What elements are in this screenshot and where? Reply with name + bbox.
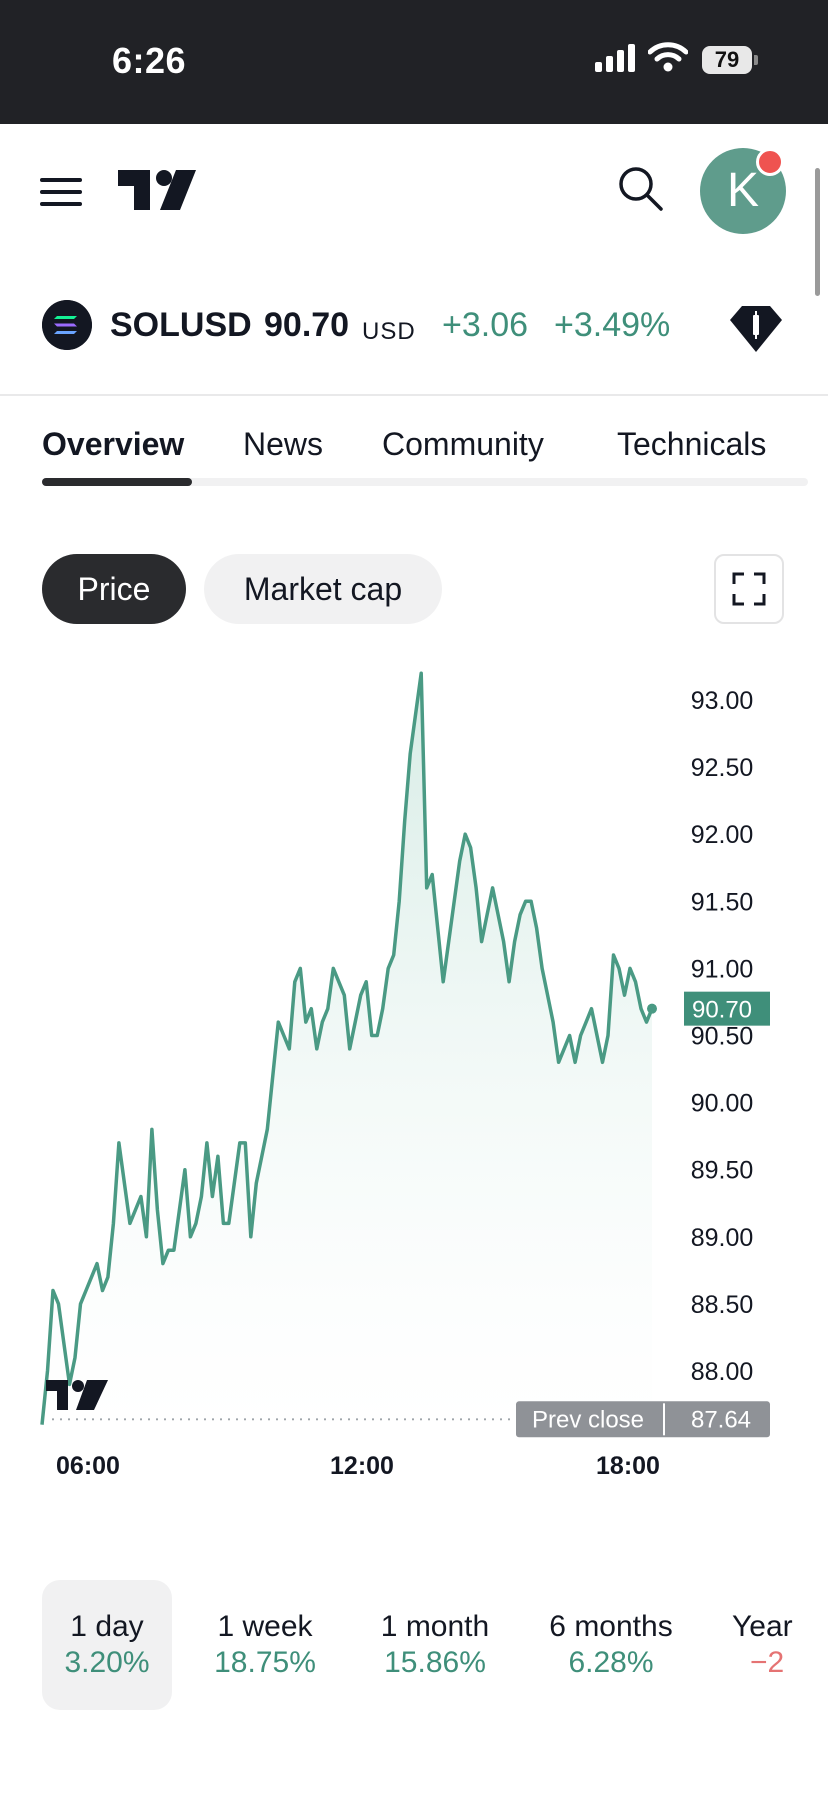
range-1-month[interactable]: 1 month 15.86% <box>364 1580 506 1710</box>
avatar[interactable]: K <box>700 148 786 234</box>
solana-logo-icon <box>42 300 92 350</box>
cellular-signal-icon <box>595 44 635 72</box>
ticker-header: SOLUSD 90.70 USD +3.06 +3.49% <box>0 264 828 394</box>
avatar-letter: K <box>726 164 759 217</box>
range-change: −2 <box>750 1646 785 1679</box>
tab-technicals[interactable]: Technicals <box>617 426 766 463</box>
y-axis-tick-label: 92.00 <box>691 821 754 849</box>
y-axis-tick-label: 90.50 <box>691 1023 754 1051</box>
ticker-change-percent: +3.49% <box>554 306 671 344</box>
header-divider <box>0 394 828 396</box>
tab-community[interactable]: Community <box>382 426 544 463</box>
wifi-icon <box>648 42 688 72</box>
range-label: 1 month <box>380 1610 490 1643</box>
status-time: 6:26 <box>112 40 187 81</box>
ticker-symbol: SOLUSD <box>110 306 252 344</box>
range-selector: 1 day 3.20% 1 week 18.75% 1 month 15.86%… <box>0 1580 828 1710</box>
prev-close-value: 87.64 <box>691 1406 751 1433</box>
y-axis-tick-label: 88.50 <box>691 1291 754 1319</box>
prev-close-label: Prev close <box>532 1406 644 1433</box>
ticker-price: 90.70 <box>264 306 350 344</box>
fullscreen-button[interactable] <box>714 554 784 624</box>
prev-close-badge: Prev close 87.64 <box>516 1401 770 1438</box>
x-axis-tick-label: 18:00 <box>596 1452 660 1480</box>
y-axis-tick-label: 89.00 <box>691 1224 754 1252</box>
range-6-months[interactable]: 6 months 6.28% <box>534 1580 688 1710</box>
last-price-text: 90.70 <box>692 997 752 1024</box>
menu-icon[interactable] <box>40 178 82 208</box>
status-bar: 6:26 79 <box>0 0 828 124</box>
range-label: Year <box>732 1610 793 1643</box>
tab-bar: Overview News Community Technicals <box>0 400 828 490</box>
y-axis-tick-label: 89.50 <box>691 1157 754 1185</box>
tab-overview[interactable]: Overview <box>42 426 184 463</box>
y-axis-tick-label: 91.00 <box>691 955 754 983</box>
range-change: 6.28% <box>568 1646 654 1679</box>
x-axis-tick-label: 12:00 <box>330 1452 394 1480</box>
battery-level: 79 <box>702 46 752 74</box>
ticker-currency: USD <box>362 318 416 345</box>
y-axis-tick-label: 88.00 <box>691 1358 754 1386</box>
tradingview-logo[interactable] <box>118 170 196 210</box>
last-price-dot <box>647 1003 657 1014</box>
range-label: 1 week <box>217 1610 313 1643</box>
range-label: 1 day <box>70 1610 144 1643</box>
fullscreen-icon <box>732 572 766 606</box>
range-change: 18.75% <box>214 1646 316 1679</box>
price-area <box>42 673 652 1425</box>
tab-news[interactable]: News <box>243 426 323 463</box>
y-axis-tick-label: 93.00 <box>691 687 754 715</box>
ticker-change: +3.06 <box>442 306 529 344</box>
x-axis-tick-label: 06:00 <box>56 1452 120 1480</box>
range-1-day[interactable]: 1 day 3.20% <box>42 1580 172 1710</box>
market-cap-toggle-button[interactable]: Market cap <box>204 554 442 624</box>
range-change: 15.86% <box>384 1646 486 1679</box>
y-axis-tick-label: 90.00 <box>691 1090 754 1118</box>
app-header: K <box>0 124 828 264</box>
range-1-week[interactable]: 1 week 18.75% <box>198 1580 332 1710</box>
tab-active-indicator <box>42 478 192 486</box>
price-toggle-button[interactable]: Price <box>42 554 186 624</box>
notification-dot <box>756 148 784 176</box>
last-price-label: 90.70 <box>684 991 770 1026</box>
range-year[interactable]: Year −2 <box>722 1580 828 1710</box>
y-axis-tick-label: 92.50 <box>691 754 754 782</box>
price-chart[interactable]: 93.00 92.50 92.00 91.50 91.00 90.50 90.00 89.50… <box>0 640 828 1500</box>
search-icon[interactable] <box>616 164 664 212</box>
range-label: 6 months <box>549 1610 673 1643</box>
price-alert-icon[interactable] <box>730 306 782 352</box>
range-change: 3.20% <box>64 1646 150 1679</box>
battery-icon <box>754 55 758 65</box>
y-axis-tick-label: 91.50 <box>691 888 754 916</box>
